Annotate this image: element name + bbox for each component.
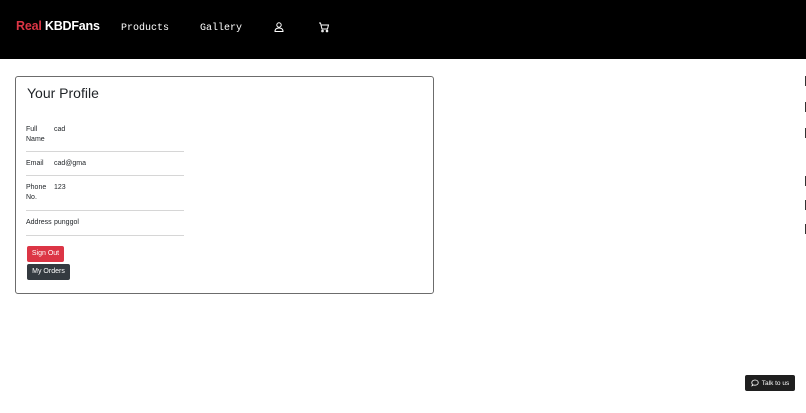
my-orders-button[interactable]: My Orders [27, 264, 70, 280]
top-navbar: Real KBDFans Products Gallery [0, 0, 806, 59]
nav-link-products[interactable]: Products [121, 23, 169, 34]
profile-table: Full Name cad Email cad@gma Phone No. 12… [26, 119, 184, 236]
nav-link-gallery[interactable]: Gallery [200, 23, 242, 34]
chat-bubble-icon [751, 379, 759, 387]
page-title: Your Profile [27, 85, 99, 101]
profile-card: Your Profile Full Name cad Email cad@gma… [15, 76, 434, 294]
user-icon[interactable] [273, 21, 285, 33]
address-label: Address [26, 219, 52, 226]
phone-value: 123 [54, 184, 66, 191]
phone-label: Phone No. [26, 184, 47, 201]
sign-out-button[interactable]: Sign Out [27, 246, 64, 262]
brand-name: KBDFans [44, 19, 100, 33]
table-row: Email cad@gma [26, 152, 184, 176]
full-name-label: Full Name [26, 126, 45, 143]
talk-to-us-button[interactable]: Talk to us [745, 375, 795, 391]
brand-prefix: Real [16, 19, 42, 33]
full-name-value: cad [54, 126, 66, 133]
table-row: Phone No. 123 [26, 176, 184, 211]
email-label: Email [26, 160, 44, 167]
chat-label: Talk to us [761, 379, 790, 387]
brand-logo[interactable]: Real KBDFans [16, 19, 100, 33]
cart-icon[interactable] [318, 21, 330, 33]
address-value: punggol [54, 219, 79, 226]
email-value: cad@gma [54, 160, 87, 167]
table-row: Full Name cad [26, 119, 184, 152]
table-row: Address punggol [26, 211, 184, 236]
